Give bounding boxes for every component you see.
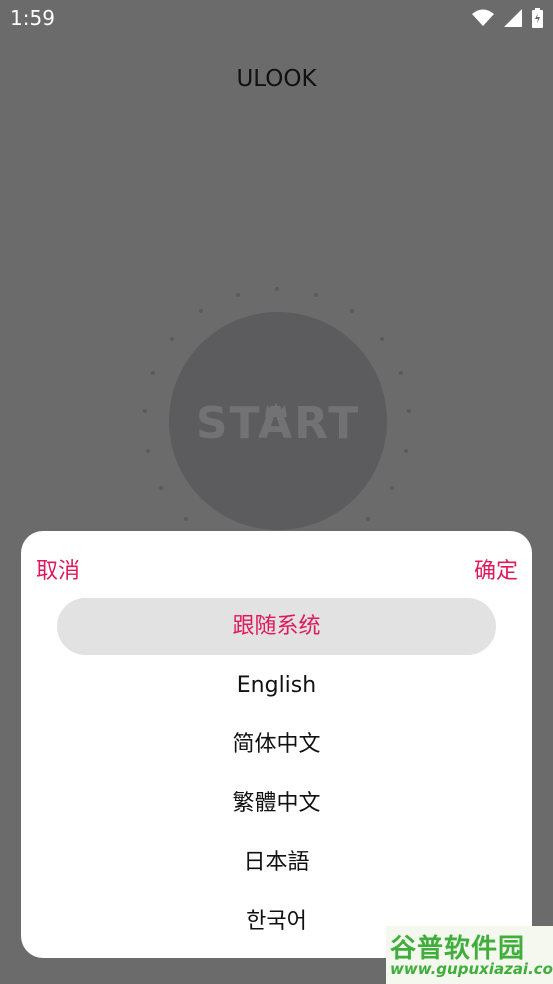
watermark: 谷普软件园 www.gupuxiazai.com (386, 926, 553, 984)
start-button[interactable]: START (169, 312, 387, 530)
option-label: 跟随系统 (232, 614, 321, 639)
language-option-simplified-chinese[interactable]: 简体中文 (21, 715, 532, 774)
cancel-button[interactable]: 取消 (36, 553, 80, 585)
language-option-follow-system[interactable]: 跟随系统 (21, 597, 532, 656)
language-option-traditional-chinese[interactable]: 繁體中文 (21, 774, 532, 833)
option-label: 简体中文 (232, 732, 321, 757)
option-label: 日本語 (243, 850, 310, 875)
option-label: 繁體中文 (232, 791, 321, 816)
crown-icon (265, 402, 287, 421)
language-dialog: 取消 确定 跟随系统 English 简体中文 繁體中文 日本語 한국어 (21, 531, 532, 958)
option-label: 한국어 (246, 909, 307, 934)
option-label: English (236, 673, 317, 698)
language-options: 跟随系统 English 简体中文 繁體中文 日本語 한국어 (21, 597, 532, 951)
confirm-button[interactable]: 确定 (474, 553, 518, 585)
language-option-japanese[interactable]: 日本語 (21, 833, 532, 892)
language-option-english[interactable]: English (21, 656, 532, 715)
watermark-url: www.gupuxiazai.com (390, 960, 553, 978)
